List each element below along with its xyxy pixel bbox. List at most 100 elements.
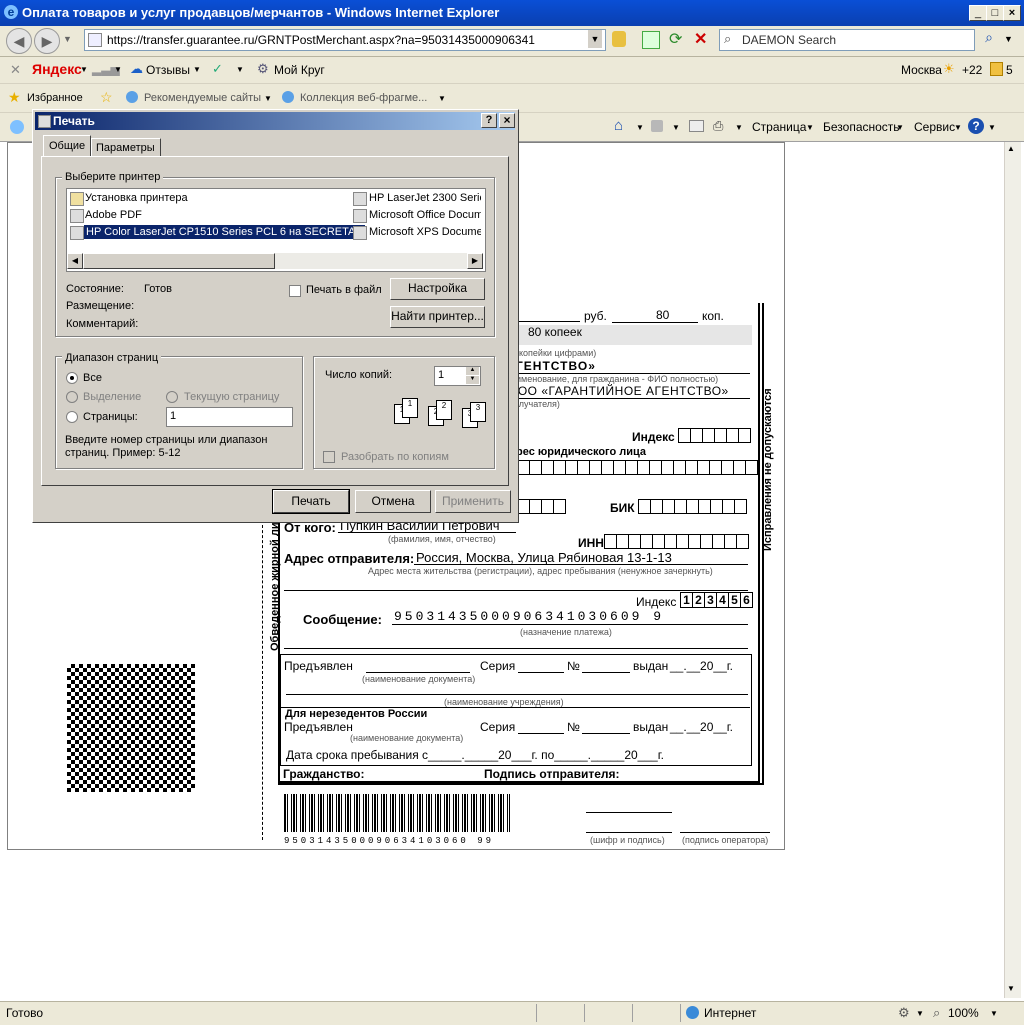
printer-list-hscrollbar[interactable]: ◀ ▶ — [67, 253, 483, 269]
state-label: Состояние: — [66, 283, 124, 295]
safety-menu-dropdown-icon[interactable]: ▼ — [896, 123, 904, 132]
rss-dropdown-icon[interactable]: ▼ — [672, 123, 680, 132]
yandex-logo[interactable]: Яндекс — [32, 61, 82, 77]
signal-dropdown-icon[interactable]: ▼ — [114, 65, 122, 74]
help-dropdown-icon[interactable]: ▼ — [988, 123, 996, 132]
address-dropdown-button[interactable]: ▼ — [588, 30, 602, 48]
search-go-button[interactable]: ⌕ — [978, 29, 1000, 49]
scroll-thumb[interactable] — [83, 253, 275, 269]
recommended-dropdown-icon[interactable]: ▼ — [264, 94, 272, 103]
copies-spin-down-icon[interactable]: ▼ — [466, 376, 479, 384]
close-window-button[interactable]: × — [1003, 5, 1021, 21]
close-toolbar-icon[interactable]: ✕ — [10, 62, 21, 78]
printer-item-0[interactable]: Установка принтера — [85, 192, 188, 204]
address-bar[interactable]: https://transfer.guarantee.ru/GRNTPostMe… — [84, 29, 606, 51]
index-digit: 1 — [680, 592, 693, 608]
range-pages-radio[interactable] — [66, 411, 78, 423]
search-options-icon[interactable]: ▼ — [1004, 34, 1013, 44]
inn-cells — [604, 534, 749, 549]
scroll-left-icon[interactable]: ◀ — [67, 253, 83, 269]
collate-checkbox[interactable] — [323, 451, 335, 463]
amount-words: 80 копеек — [528, 325, 582, 339]
range-selection-radio[interactable] — [66, 391, 78, 403]
status-sep-1 — [536, 1004, 537, 1022]
search-input[interactable]: ⌕ DAEMON Search — [719, 29, 975, 51]
range-current-label: Текущую страницу — [184, 391, 280, 403]
back-button[interactable]: ◀ — [6, 28, 32, 54]
cancel-button[interactable]: Отмена — [355, 490, 431, 513]
spellcheck-dropdown-icon[interactable]: ▼ — [236, 65, 244, 74]
print-dialog: Печать ? × Общие Параметры Выберите прин… — [32, 109, 519, 523]
service-menu[interactable]: Сервис — [914, 120, 955, 134]
page-menu[interactable]: Страница — [752, 120, 806, 134]
vertical-scrollbar[interactable]: ▲ ▼ — [1004, 142, 1021, 998]
sender-address-label: Адрес отправителя: — [284, 551, 415, 566]
print-to-file-checkbox[interactable] — [289, 285, 301, 297]
kop-value: 80 — [656, 308, 670, 322]
range-pages-input[interactable]: 1 — [166, 407, 293, 427]
status-bar: Готово Интернет ⚙ ▼ ⌕ 100% ▼ — [0, 1001, 1024, 1025]
zoom-level[interactable]: 100% — [948, 1006, 979, 1020]
forward-button[interactable]: ▶ — [34, 28, 60, 54]
zoom-dropdown-icon[interactable]: ▼ — [990, 1009, 998, 1018]
scroll-up-icon[interactable]: ▲ — [1007, 144, 1015, 153]
yandex-dropdown-icon[interactable]: ▼ — [80, 65, 88, 74]
help-icon[interactable]: ? — [968, 118, 984, 134]
copies-input[interactable]: 1 ▲ ▼ — [434, 366, 481, 386]
collection-dropdown-icon[interactable]: ▼ — [438, 94, 446, 103]
recommended-sites-link[interactable]: Рекомендуемые сайты — [144, 92, 261, 104]
reviews-button[interactable]: Отзывы — [146, 63, 190, 77]
settings-button[interactable]: Настройка — [390, 278, 485, 300]
service-menu-dropdown-icon[interactable]: ▼ — [954, 123, 962, 132]
find-printer-button[interactable]: Найти принтер... — [390, 306, 485, 328]
tab-general[interactable]: Общие — [43, 135, 91, 157]
stop-icon[interactable]: ✕ — [694, 29, 707, 49]
mail-count[interactable]: 5 — [1006, 63, 1013, 77]
cipher-hint: (шифр и подпись) — [590, 835, 665, 845]
print-button[interactable]: Печать — [272, 489, 350, 514]
weather-city[interactable]: Москва — [901, 63, 942, 77]
history-dropdown-icon[interactable]: ▼ — [63, 34, 72, 44]
print-icon[interactable]: ⎙ — [713, 118, 723, 134]
copies-spin-up-icon[interactable]: ▲ — [466, 367, 479, 375]
minimize-button[interactable]: _ — [969, 5, 987, 21]
printer-item-5[interactable]: Microsoft XPS Document — [369, 226, 481, 238]
protected-dropdown-icon[interactable]: ▼ — [916, 1009, 924, 1018]
read-mail-icon[interactable] — [689, 120, 704, 132]
scroll-right-icon[interactable]: ▶ — [467, 253, 483, 269]
safety-menu[interactable]: Безопасность — [823, 120, 900, 134]
home-icon[interactable]: ⌂ — [614, 117, 623, 134]
compatibility-icon[interactable] — [642, 31, 660, 49]
print-dropdown-icon[interactable]: ▼ — [735, 123, 743, 132]
maximize-button[interactable]: □ — [986, 5, 1004, 21]
internet-zone-label[interactable]: Интернет — [704, 1006, 756, 1020]
dialog-close-button[interactable]: × — [499, 113, 515, 128]
weather-temp[interactable]: +22 — [962, 63, 982, 77]
protected-mode-icon[interactable]: ⚙ — [898, 1005, 910, 1021]
web-slice-gallery-link[interactable]: Коллекция веб-фрагме... — [300, 92, 427, 104]
range-all-radio[interactable] — [66, 372, 78, 384]
printer-item-1[interactable]: Adobe PDF — [85, 209, 142, 221]
favorites-button[interactable]: Избранное — [27, 92, 83, 104]
printer-item-4[interactable]: Microsoft Office Docume — [369, 209, 481, 221]
tab-parameters[interactable]: Параметры — [91, 138, 161, 157]
printer-item-2-selected[interactable]: HP Color LaserJet CP1510 Series PCL 6 на… — [84, 225, 366, 239]
my-circle-button[interactable]: Мой Круг — [274, 63, 325, 77]
reviews-dropdown-icon[interactable]: ▼ — [193, 65, 201, 74]
printer-item-3[interactable]: HP LaserJet 2300 Series — [369, 192, 481, 204]
tab-page-icon[interactable] — [10, 120, 24, 134]
refresh-icon[interactable]: ⟳ — [669, 29, 682, 49]
spellcheck-icon[interactable]: ✓ — [212, 61, 223, 77]
rss-icon[interactable] — [651, 120, 663, 132]
lock-icon[interactable] — [612, 31, 626, 47]
add-favorites-icon[interactable]: ☆ — [100, 89, 113, 106]
comment-label: Комментарий: — [66, 318, 139, 330]
reviews-icon: ☁ — [130, 61, 143, 76]
home-dropdown-icon[interactable]: ▼ — [636, 123, 644, 132]
range-current-radio[interactable] — [166, 391, 178, 403]
printer-list[interactable]: Установка принтера Adobe PDF HP Color La… — [66, 188, 486, 272]
dialog-help-button[interactable]: ? — [481, 113, 497, 128]
apply-button[interactable]: Применить — [435, 490, 511, 513]
scroll-down-icon[interactable]: ▼ — [1007, 984, 1015, 993]
page-menu-dropdown-icon[interactable]: ▼ — [806, 123, 814, 132]
